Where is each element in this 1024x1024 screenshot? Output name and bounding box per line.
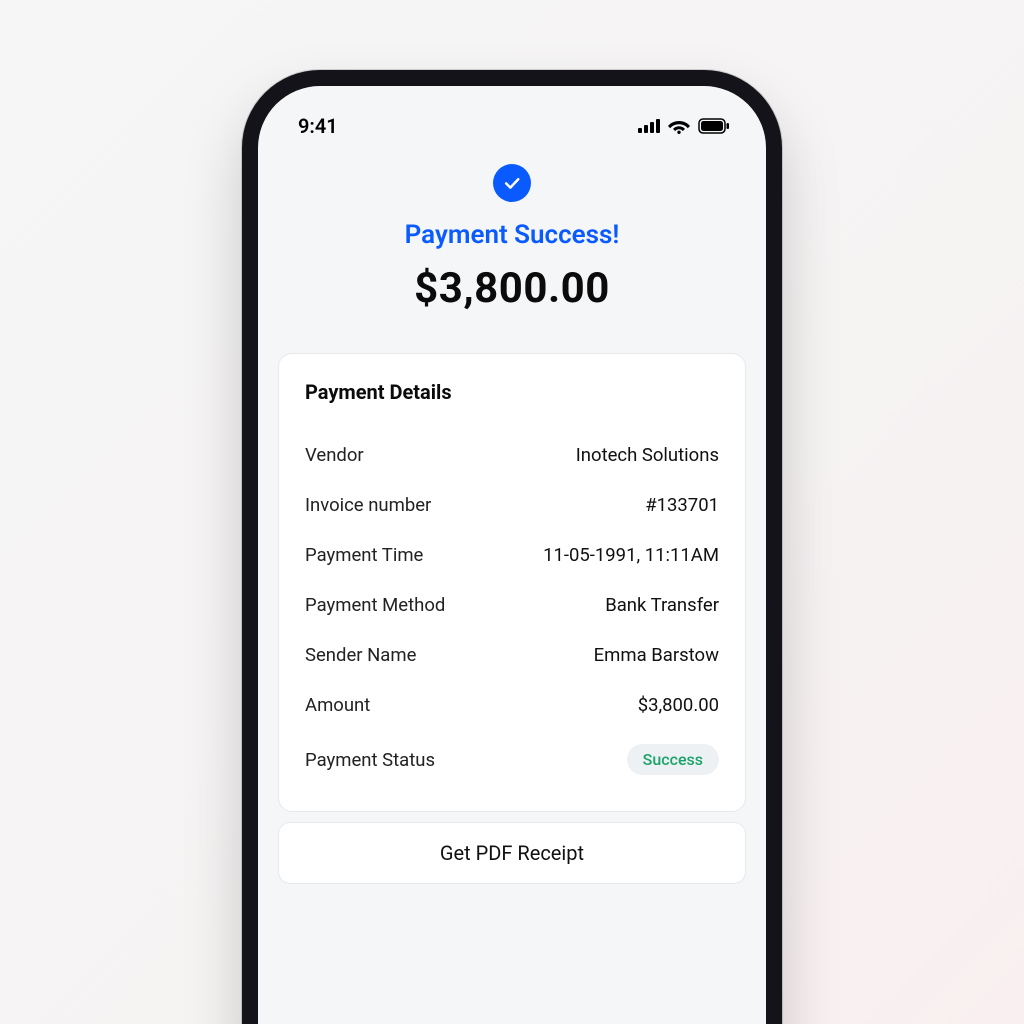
detail-value: Emma Barstow bbox=[594, 644, 719, 666]
detail-row-vendor: Vendor Inotech Solutions bbox=[305, 430, 719, 480]
detail-row-amount: Amount $3,800.00 bbox=[305, 680, 719, 730]
detail-label: Payment Time bbox=[305, 544, 423, 566]
success-title: Payment Success! bbox=[282, 220, 742, 250]
phone-screen: 9:41 bbox=[258, 86, 766, 1024]
status-badge: Success bbox=[627, 744, 719, 775]
detail-label: Vendor bbox=[305, 444, 364, 466]
details-heading: Payment Details bbox=[305, 380, 719, 404]
detail-label: Invoice number bbox=[305, 494, 431, 516]
status-icons bbox=[638, 118, 730, 134]
detail-row-payment-time: Payment Time 11-05-1991, 11:11AM bbox=[305, 530, 719, 580]
detail-value: 11-05-1991, 11:11AM bbox=[543, 544, 719, 566]
wifi-icon bbox=[668, 118, 690, 134]
detail-row-payment-method: Payment Method Bank Transfer bbox=[305, 580, 719, 630]
detail-label: Payment Status bbox=[305, 749, 435, 771]
detail-row-invoice: Invoice number #133701 bbox=[305, 480, 719, 530]
detail-value: #133701 bbox=[645, 494, 719, 516]
detail-row-status: Payment Status Success bbox=[305, 730, 719, 789]
checkmark-icon bbox=[493, 164, 531, 202]
status-time: 9:41 bbox=[298, 114, 338, 138]
phone-frame: 9:41 bbox=[242, 70, 782, 1024]
payment-details-card: Payment Details Vendor Inotech Solutions… bbox=[278, 353, 746, 812]
cellular-signal-icon bbox=[638, 119, 660, 133]
success-amount: $3,800.00 bbox=[282, 264, 742, 313]
detail-label: Payment Method bbox=[305, 594, 445, 616]
detail-value: Bank Transfer bbox=[605, 594, 719, 616]
detail-label: Amount bbox=[305, 694, 370, 716]
battery-icon bbox=[698, 118, 730, 134]
detail-value: $3,800.00 bbox=[638, 694, 719, 716]
detail-row-sender-name: Sender Name Emma Barstow bbox=[305, 630, 719, 680]
get-pdf-receipt-button[interactable]: Get PDF Receipt bbox=[278, 822, 746, 884]
backdrop: 9:41 bbox=[0, 0, 1024, 1024]
success-hero: Payment Success! $3,800.00 bbox=[258, 146, 766, 339]
status-bar: 9:41 bbox=[258, 86, 766, 146]
detail-value: Inotech Solutions bbox=[576, 444, 719, 466]
pdf-button-label: Get PDF Receipt bbox=[440, 841, 584, 865]
detail-label: Sender Name bbox=[305, 644, 416, 666]
